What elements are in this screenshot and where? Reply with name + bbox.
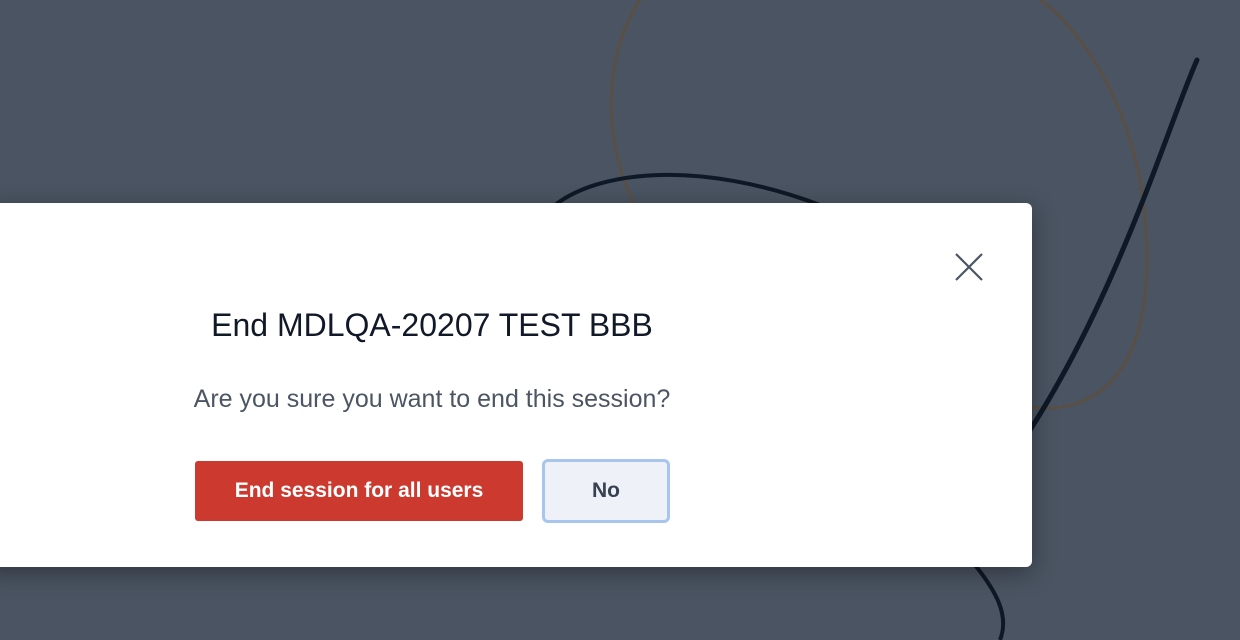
end-session-button[interactable]: End session for all users (195, 461, 523, 521)
close-icon (955, 253, 983, 281)
dialog-title: End MDLQA-20207 TEST BBB (211, 307, 653, 343)
dialog-message: Are you sure you want to end this sessio… (193, 385, 671, 413)
close-button[interactable] (949, 247, 989, 287)
end-session-dialog: End MDLQA-20207 TEST BBB Are you sure yo… (0, 203, 1032, 567)
no-button[interactable]: No (542, 459, 670, 523)
